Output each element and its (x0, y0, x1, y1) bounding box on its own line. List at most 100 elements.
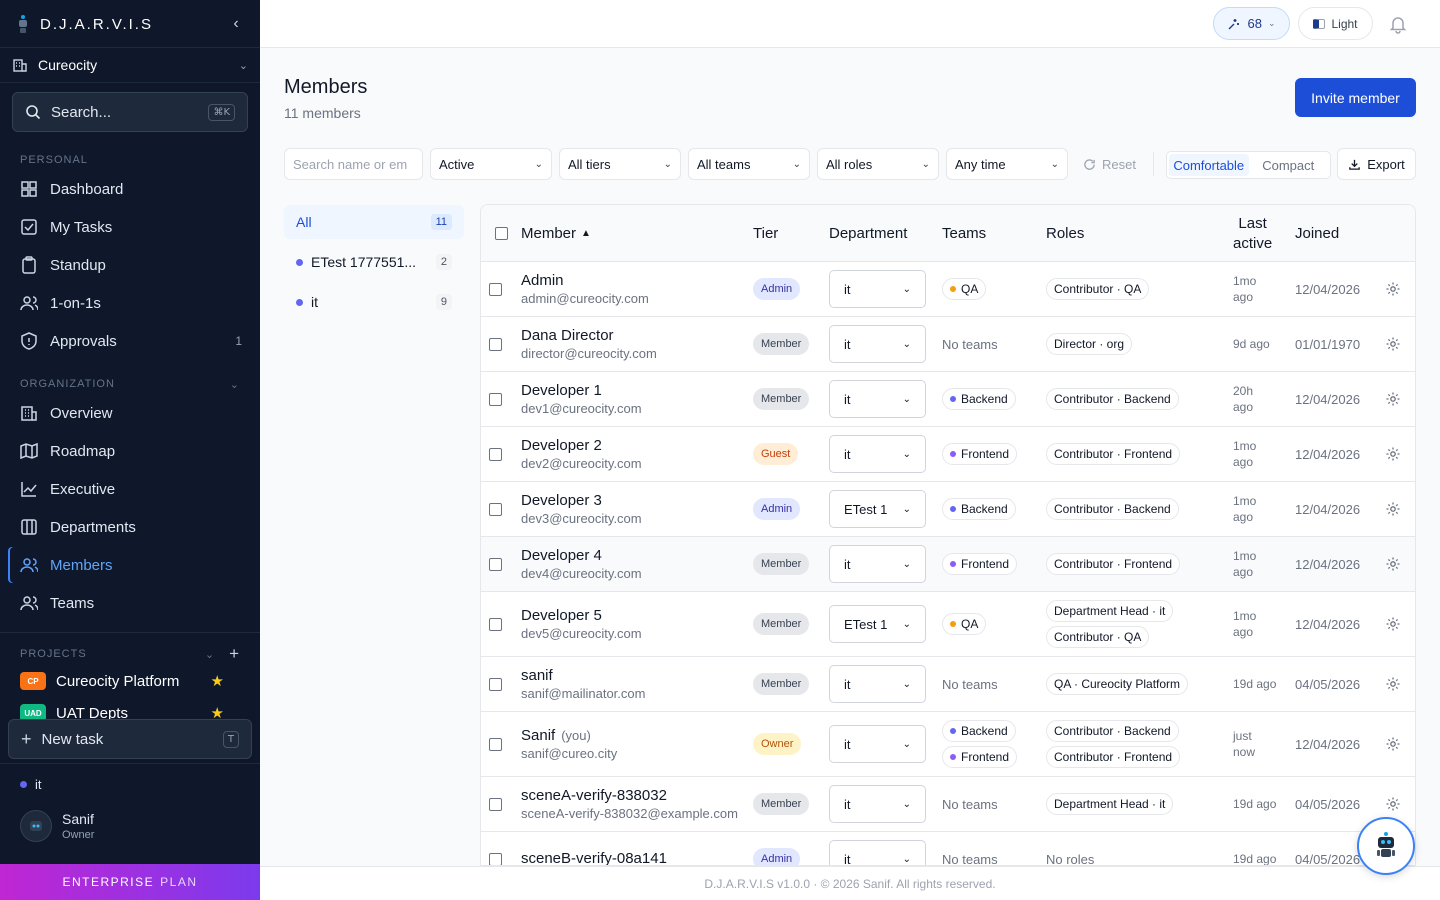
role-chip[interactable]: Contributor · QA (1046, 278, 1150, 300)
project-item[interactable]: CP Cureocity Platform ★ (20, 668, 252, 694)
density-comfortable[interactable]: Comfortable (1169, 154, 1249, 176)
add-project-icon[interactable]: + (229, 644, 240, 664)
team-chip[interactable]: Frontend (942, 746, 1018, 768)
sidebar-item-dashboard[interactable]: Dashboard (8, 171, 252, 207)
row-checkbox[interactable] (489, 502, 502, 516)
row-checkbox[interactable] (489, 677, 502, 691)
tier-filter[interactable]: All tiers ⌄ (559, 148, 681, 180)
team-chip[interactable]: QA (942, 613, 987, 635)
department-select[interactable]: it ⌄ (829, 380, 926, 418)
status-filter[interactable]: Active ⌄ (430, 148, 552, 180)
header-member[interactable]: Member ▲ (521, 205, 591, 262)
department-select[interactable]: ETest 1 ⌄ (829, 490, 926, 528)
team-chip[interactable]: Frontend (942, 553, 1018, 575)
member-name[interactable]: Sanif (you) (521, 727, 591, 744)
row-checkbox[interactable] (489, 282, 502, 296)
table-row[interactable]: sceneA-verify-838032 sceneA-verify-83803… (481, 777, 1415, 832)
department-select[interactable]: it ⌄ (829, 785, 926, 823)
gear-icon[interactable] (1385, 391, 1401, 407)
row-checkbox[interactable] (489, 617, 502, 631)
role-chip[interactable]: Contributor · QA (1046, 626, 1150, 648)
new-task-button[interactable]: + New task T (8, 719, 252, 759)
member-name[interactable]: sceneB-verify-08a141 (521, 850, 667, 866)
team-chip[interactable]: Frontend (942, 443, 1018, 465)
gear-icon[interactable] (1385, 446, 1401, 462)
table-row[interactable]: Developer 2 dev2@cureocity.com Guest it ⌄… (481, 427, 1415, 482)
org-switcher[interactable]: Cureocity ⌄ (12, 52, 248, 78)
gear-icon[interactable] (1385, 736, 1401, 752)
roles-filter[interactable]: All roles ⌄ (817, 148, 939, 180)
export-button[interactable]: Export (1337, 148, 1416, 180)
gear-icon[interactable] (1385, 616, 1401, 632)
role-chip[interactable]: Department Head · it (1046, 600, 1174, 622)
sidebar-item-teams[interactable]: Teams (8, 585, 252, 621)
table-row[interactable]: Developer 5 dev5@cureocity.com Member ET… (481, 592, 1415, 657)
role-chip[interactable]: Contributor · Frontend (1046, 746, 1181, 768)
row-checkbox[interactable] (489, 337, 502, 351)
row-checkbox[interactable] (489, 447, 502, 461)
sidebar-item-overview[interactable]: Overview (8, 395, 252, 431)
member-name[interactable]: Developer 2 (521, 437, 602, 454)
team-chip[interactable]: Backend (942, 388, 1016, 410)
table-row[interactable]: Developer 4 dev4@cureocity.com Member it… (481, 537, 1415, 592)
department-select[interactable]: it ⌄ (829, 545, 926, 583)
invite-member-button[interactable]: Invite member (1295, 78, 1416, 117)
collapse-sidebar-icon[interactable]: ‹ (228, 14, 244, 34)
current-department[interactable]: it (20, 777, 42, 792)
section-organization-header[interactable]: ORGANIZATION ⌄ (20, 378, 240, 391)
row-checkbox[interactable] (489, 737, 502, 751)
team-chip[interactable]: QA (942, 278, 987, 300)
department-select[interactable]: ETest 1 ⌄ (829, 605, 926, 643)
table-row[interactable]: Dana Director director@cureocity.com Mem… (481, 317, 1415, 372)
sidebar-item-executive[interactable]: Executive (8, 471, 252, 507)
department-select[interactable]: it ⌄ (829, 435, 926, 473)
role-chip[interactable]: Department Head · it (1046, 793, 1174, 815)
role-chip[interactable]: Contributor · Backend (1046, 720, 1179, 742)
table-row[interactable]: Developer 3 dev3@cureocity.com Admin ETe… (481, 482, 1415, 537)
department-filter-item[interactable]: ETest 1777551... 2 (284, 245, 464, 279)
team-chip[interactable]: Backend (942, 498, 1016, 520)
credits-button[interactable]: 68 ⌄ (1213, 7, 1290, 40)
gear-icon[interactable] (1385, 796, 1401, 812)
gear-icon[interactable] (1385, 281, 1401, 297)
table-row[interactable]: Admin admin@cureocity.com Admin it ⌄ QA C… (481, 262, 1415, 317)
row-checkbox[interactable] (489, 557, 502, 571)
bell-icon[interactable] (1388, 14, 1408, 34)
member-name[interactable]: Admin (521, 272, 564, 289)
table-row[interactable]: Developer 1 dev1@cureocity.com Member it… (481, 372, 1415, 427)
star-icon[interactable]: ★ (211, 672, 224, 690)
department-select[interactable]: it ⌄ (829, 270, 926, 308)
member-name[interactable]: Developer 4 (521, 547, 602, 564)
sidebar-item-approvals[interactable]: Approvals 1 (8, 323, 252, 359)
sidebar-item-roadmap[interactable]: Roadmap (8, 433, 252, 469)
member-name[interactable]: sanif (521, 667, 553, 684)
member-name[interactable]: Developer 5 (521, 607, 602, 624)
table-row[interactable]: sanif sanif@mailinator.com Member it ⌄ No… (481, 657, 1415, 712)
table-row[interactable]: Sanif (you) sanif@cureo.city Owner it ⌄ Ba… (481, 712, 1415, 777)
gear-icon[interactable] (1385, 556, 1401, 572)
team-chip[interactable]: Backend (942, 720, 1016, 742)
gear-icon[interactable] (1385, 676, 1401, 692)
member-name[interactable]: Dana Director (521, 327, 614, 344)
member-name[interactable]: Developer 1 (521, 382, 602, 399)
role-chip[interactable]: QA · Cureocity Platform (1046, 673, 1189, 695)
role-chip[interactable]: Contributor · Backend (1046, 388, 1179, 410)
user-profile[interactable]: Sanif Owner (20, 810, 94, 842)
row-checkbox[interactable] (489, 852, 502, 865)
chevron-down-icon[interactable]: ⌄ (205, 648, 215, 661)
role-chip[interactable]: Contributor · Backend (1046, 498, 1179, 520)
department-filter-item[interactable]: it 9 (284, 285, 464, 319)
density-compact[interactable]: Compact (1249, 154, 1329, 176)
department-filter-item[interactable]: All 11 (284, 205, 464, 239)
reset-button[interactable]: Reset (1083, 148, 1136, 180)
teams-filter[interactable]: All teams ⌄ (688, 148, 810, 180)
member-name[interactable]: sceneA-verify-838032 (521, 787, 667, 804)
gear-icon[interactable] (1385, 501, 1401, 517)
sidebar-item-members[interactable]: Members (8, 547, 252, 583)
brand[interactable]: D.J.A.R.V.I.S (16, 12, 153, 36)
theme-toggle[interactable]: Light (1298, 7, 1373, 40)
department-select[interactable]: it ⌄ (829, 725, 926, 763)
select-all-checkbox[interactable] (495, 227, 508, 240)
department-select[interactable]: it ⌄ (829, 325, 926, 363)
member-search-input[interactable]: Search name or em (284, 148, 423, 180)
